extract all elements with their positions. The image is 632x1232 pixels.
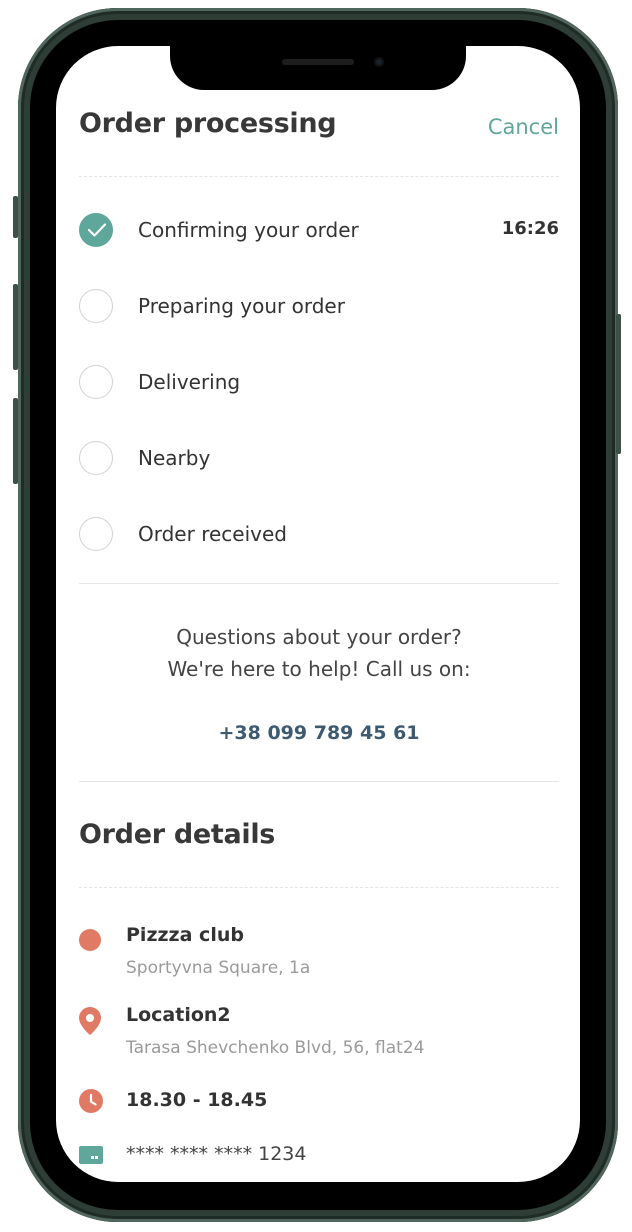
status-time: 16:26	[501, 218, 559, 239]
location-row: Location2 Tarasa Shevchenko Blvd, 56, fl…	[79, 1004, 559, 1064]
status-label: Nearby	[138, 446, 211, 470]
status-step-preparing: Preparing your order	[79, 289, 559, 327]
front-camera-icon	[374, 57, 384, 67]
status-step-received: Order received	[79, 517, 559, 555]
divider	[79, 781, 559, 782]
screen: Order processing Cancel Confirming your …	[56, 46, 580, 1182]
card-icon	[79, 1146, 103, 1168]
divider	[79, 583, 559, 584]
restaurant-row: Pizzza club Sportyvna Square, 1a	[79, 924, 559, 984]
location-name: Location2	[126, 1004, 231, 1026]
divider	[79, 176, 559, 177]
restaurant-dot-icon	[79, 929, 101, 955]
volume-down-button	[13, 398, 18, 484]
status-label: Order received	[138, 522, 287, 546]
restaurant-name: Pizzza club	[126, 924, 244, 946]
delivery-time: 18.30 - 18.45	[126, 1089, 268, 1111]
help-text-line-1: Questions about your order?	[176, 625, 462, 649]
status-step-confirming: Confirming your order 16:26	[79, 213, 559, 251]
status-label: Delivering	[138, 370, 241, 394]
location-pin-icon	[79, 1007, 101, 1039]
empty-circle-icon	[79, 289, 113, 323]
location-address: Tarasa Shevchenko Blvd, 56, flat24	[126, 1038, 425, 1058]
cancel-button[interactable]: Cancel	[488, 115, 559, 139]
phone-link[interactable]: +38 099 789 45 61	[79, 722, 559, 744]
help-text-line-2: We're here to help! Call us on:	[167, 657, 471, 681]
notch	[170, 46, 466, 90]
delivery-time-row: 18.30 - 18.45	[79, 1087, 559, 1117]
status-label: Preparing your order	[138, 294, 345, 318]
speaker-grille	[282, 59, 354, 65]
empty-circle-icon	[79, 441, 113, 475]
payment-card-row: **** **** **** 1234	[79, 1142, 559, 1172]
power-button	[616, 314, 621, 454]
status-label: Confirming your order	[138, 218, 359, 242]
order-details-title: Order details	[79, 819, 276, 850]
page-title: Order processing	[79, 108, 337, 139]
clock-icon	[79, 1089, 103, 1117]
volume-up-button	[13, 284, 18, 370]
status-step-delivering: Delivering	[79, 365, 559, 403]
restaurant-address: Sportyvna Square, 1a	[126, 958, 311, 978]
empty-circle-icon	[79, 517, 113, 551]
status-step-nearby: Nearby	[79, 441, 559, 479]
empty-circle-icon	[79, 365, 113, 399]
card-number: **** **** **** 1234	[126, 1143, 307, 1165]
divider	[79, 887, 559, 888]
silent-switch	[13, 196, 18, 238]
check-circle-icon	[79, 213, 113, 247]
